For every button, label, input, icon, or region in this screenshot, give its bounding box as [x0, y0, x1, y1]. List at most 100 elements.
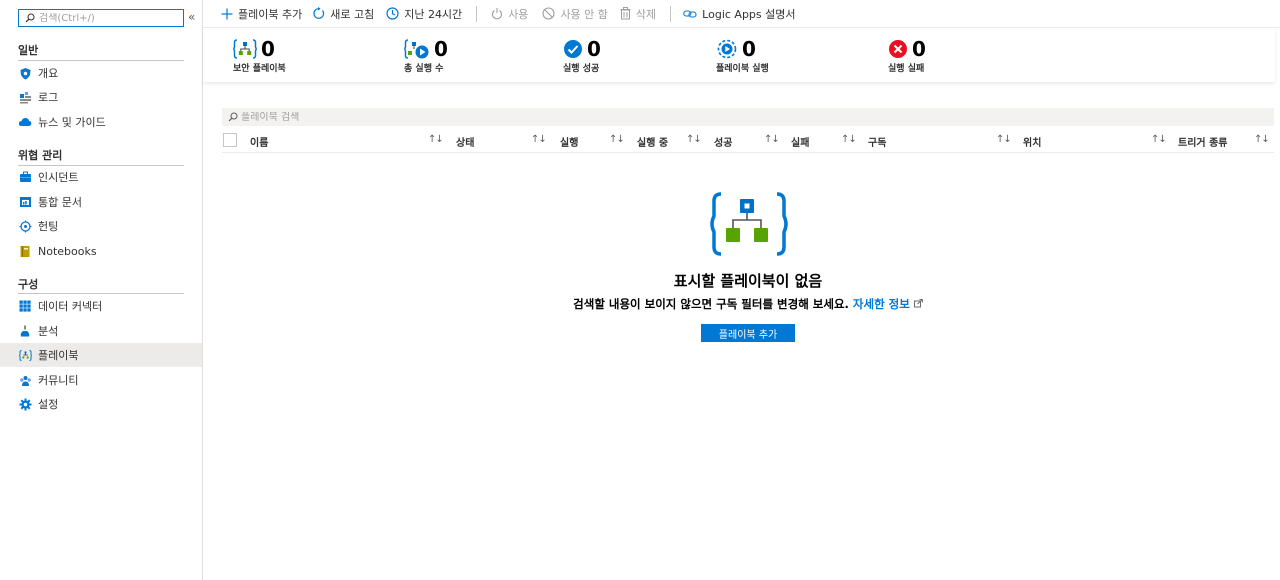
cloud-icon [18, 115, 32, 129]
learn-more-label: 자세한 정보 [852, 297, 910, 311]
sort-icon[interactable]: ↑↓ [764, 134, 780, 145]
time-range-button[interactable]: 지난 24시간 [386, 0, 462, 28]
playbook-search[interactable] [222, 108, 1274, 126]
stat-value: 0 [742, 37, 756, 61]
sidebar-item-label: 뉴스 및 가이드 [38, 116, 106, 129]
column-header-runs[interactable]: 실행 [560, 134, 578, 149]
sort-icon[interactable]: ↑↓ [609, 134, 625, 145]
sidebar-search[interactable] [18, 9, 184, 27]
sidebar-item-settings[interactable]: 설정 [0, 392, 202, 416]
column-header-status[interactable]: 상태 [456, 134, 474, 149]
playbook-search-input[interactable] [241, 111, 641, 123]
briefcase-icon [18, 170, 32, 184]
refresh-label: 새로 고침 [330, 7, 375, 21]
sidebar-item-label: 로그 [38, 91, 59, 104]
sidebar: « 일반 개요 로그 뉴스 및 가이드 위협 관리 인시던트 통합 문서 헌팅 … [0, 0, 203, 580]
playbook-run-icon [717, 39, 737, 59]
sidebar-item-news-guides[interactable]: 뉴스 및 가이드 [0, 110, 202, 134]
stat-total-runs: 0 총 실행 수 [404, 38, 524, 74]
sidebar-item-workbooks[interactable]: 통합 문서 [0, 190, 202, 214]
sidebar-item-label: 인시던트 [38, 171, 79, 184]
delete-button[interactable]: 삭제 [620, 0, 656, 28]
sidebar-item-logs[interactable]: 로그 [0, 85, 202, 109]
sidebar-item-label: 커뮤니티 [38, 374, 79, 387]
learn-more-link[interactable]: 자세한 정보 [853, 297, 923, 311]
section-title-general: 일반 [18, 44, 39, 57]
command-bar: 플레이북 추가 새로 고침 지난 24시간 사용 사용 안 함 삭제 Logic… [203, 0, 1280, 28]
collapse-sidebar-button[interactable]: « [188, 10, 195, 24]
search-icon [25, 13, 35, 23]
sidebar-item-data-connectors[interactable]: 데이터 커넥터 [0, 294, 202, 318]
add-playbook-label: 플레이북 추가 [238, 7, 303, 21]
sidebar-item-label: 헌팅 [38, 220, 59, 233]
playbook-stat-icon [233, 39, 257, 59]
sidebar-search-input[interactable] [39, 12, 169, 24]
sort-icon[interactable]: ↑↓ [428, 134, 444, 145]
select-all-checkbox[interactable] [223, 133, 237, 147]
sort-icon[interactable]: ↑↓ [996, 134, 1012, 145]
sort-icon[interactable]: ↑↓ [841, 134, 857, 145]
grid-header: 이름 ↑↓ 상태 ↑↓ 실행 ↑↓ 실행 중 ↑↓ 성공 ↑↓ 실패 ↑↓ 구독… [222, 128, 1274, 153]
sidebar-item-label: 분석 [38, 325, 59, 338]
sidebar-item-label: Notebooks [38, 244, 97, 258]
logs-icon [18, 90, 32, 104]
sidebar-item-label: 개요 [38, 67, 59, 80]
sidebar-item-overview[interactable]: 개요 [0, 61, 202, 85]
column-header-trigger-type[interactable]: 트리거 종류 [1178, 134, 1227, 149]
column-header-succeeded[interactable]: 성공 [714, 134, 732, 149]
stat-label: 실행 성공 [563, 64, 600, 74]
stat-value: 0 [587, 37, 601, 61]
sidebar-item-notebooks[interactable]: Notebooks [0, 239, 202, 263]
stat-label: 실행 실패 [888, 64, 925, 74]
empty-state-title: 표시할 플레이북이 없음 [673, 272, 823, 290]
gear-icon [18, 397, 32, 411]
stat-playbook-runs: 0 플레이북 실행 [716, 38, 836, 74]
flask-icon [18, 324, 32, 338]
success-check-icon [564, 40, 582, 58]
stat-label: 플레이북 실행 [716, 64, 769, 74]
sidebar-item-incidents[interactable]: 인시던트 [0, 165, 202, 189]
power-icon [492, 8, 503, 20]
column-header-location[interactable]: 위치 [1023, 134, 1041, 149]
logic-apps-docs-label: Logic Apps 설명서 [702, 7, 796, 21]
playbook-icon [18, 348, 32, 362]
stat-label: 보안 플레이북 [233, 64, 286, 74]
section-title-configuration: 구성 [18, 278, 39, 291]
sidebar-item-community[interactable]: 커뮤니티 [0, 368, 202, 392]
sort-icon[interactable]: ↑↓ [531, 134, 547, 145]
clock-icon [386, 7, 399, 20]
sidebar-item-label: 통합 문서 [38, 196, 82, 209]
column-header-name[interactable]: 이름 [250, 134, 268, 149]
add-playbook-primary-button[interactable]: 플레이북 추가 [701, 324, 795, 342]
workbook-icon [18, 195, 32, 209]
enable-label: 사용 [508, 7, 529, 21]
runs-stat-icon [404, 39, 429, 59]
stat-value: 0 [261, 37, 275, 61]
logic-apps-docs-button[interactable]: Logic Apps 설명서 [683, 0, 796, 28]
sort-icon[interactable]: ↑↓ [1151, 134, 1167, 145]
sort-icon[interactable]: ↑↓ [1254, 134, 1270, 145]
delete-label: 삭제 [635, 7, 657, 21]
enable-button[interactable]: 사용 [491, 0, 528, 28]
playbook-empty-icon [710, 192, 788, 256]
empty-state-description: 검색할 내용이 보이지 않으면 구독 필터를 변경해 보세요. 자세한 정보 [203, 296, 1280, 312]
column-header-failed[interactable]: 실패 [791, 134, 809, 149]
sidebar-item-label: 플레이북 [38, 349, 79, 362]
add-playbook-button[interactable]: 플레이북 추가 [221, 0, 302, 28]
disable-button[interactable]: 사용 안 함 [542, 0, 608, 28]
stat-security-playbooks: 0 보안 플레이북 [233, 38, 353, 74]
notebook-icon [18, 244, 32, 258]
refresh-button[interactable]: 새로 고침 [312, 0, 374, 28]
sidebar-item-playbooks[interactable]: 플레이북 [0, 343, 202, 367]
stat-value: 0 [434, 37, 448, 61]
sidebar-item-label: 데이터 커넥터 [38, 300, 103, 313]
sidebar-item-hunting[interactable]: 헌팅 [0, 214, 202, 238]
toolbar-divider [670, 5, 672, 22]
stat-value: 0 [912, 37, 926, 61]
sidebar-item-analytics[interactable]: 분석 [0, 319, 202, 343]
column-header-running[interactable]: 실행 중 [637, 134, 668, 149]
sort-icon[interactable]: ↑↓ [686, 134, 702, 145]
column-header-subscription[interactable]: 구독 [868, 134, 886, 149]
target-icon [18, 219, 32, 233]
external-link-icon [913, 299, 923, 308]
